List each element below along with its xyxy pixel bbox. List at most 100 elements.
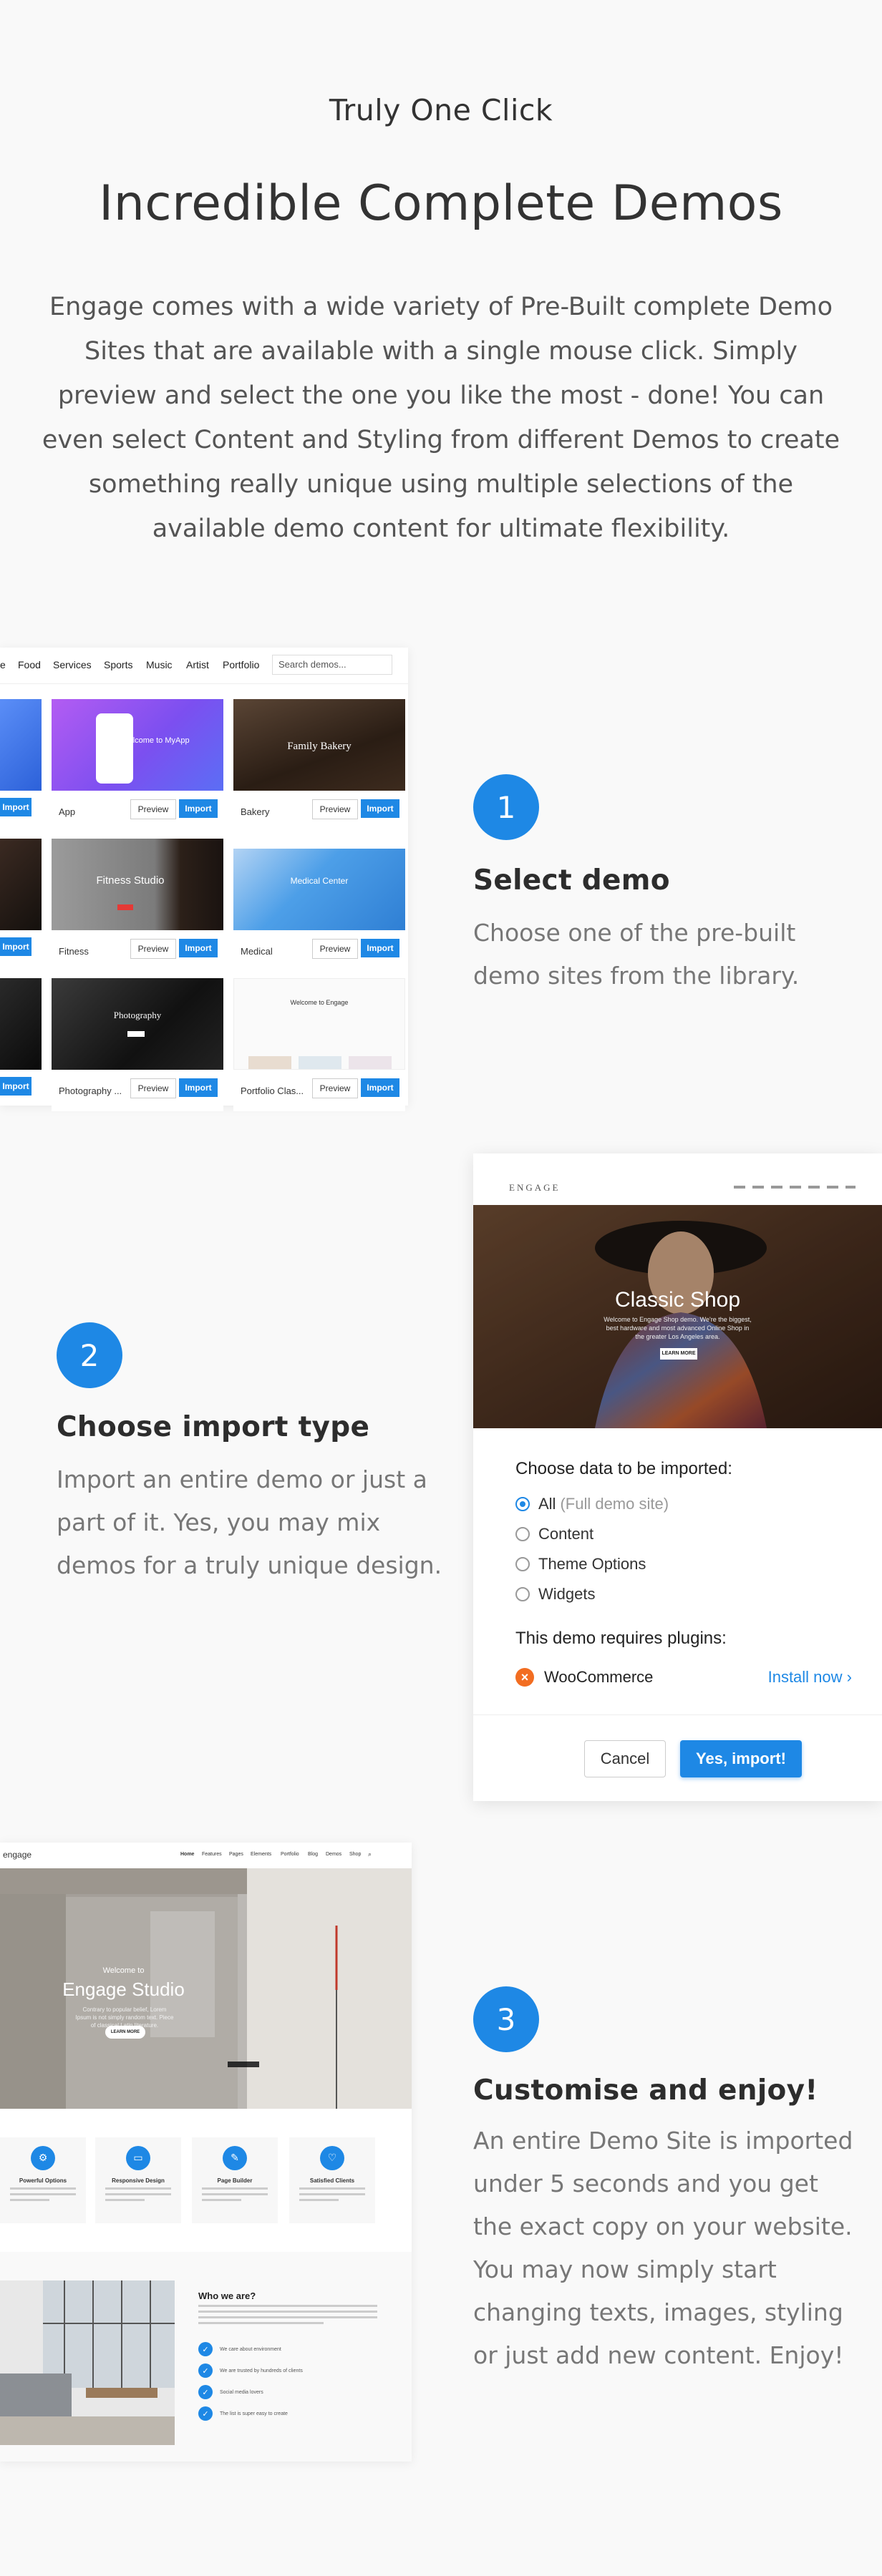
feature-card-responsive-design: ▭ Responsive Design: [95, 2137, 181, 2223]
import-button[interactable]: Import: [361, 799, 399, 818]
check-icon: ✓: [198, 2363, 213, 2378]
demo-card-fitness[interactable]: Fitness Studio Fitness Preview Import: [52, 839, 223, 972]
demo-card-medical[interactable]: Medical Center Medical Preview Import: [233, 839, 405, 972]
install-now-link[interactable]: Install now ›: [768, 1668, 852, 1687]
section-intro: Engage comes with a wide variety of Pre-…: [42, 293, 840, 543]
step-description: Import an entire demo or just a part of …: [57, 1465, 442, 1579]
heart-icon: ♡: [320, 2146, 344, 2170]
radio-button-selected[interactable]: [515, 1497, 530, 1511]
category-link-portfolio[interactable]: Portfolio: [223, 659, 259, 670]
office-photo: [0, 2280, 175, 2445]
hero-title: Engage Studio: [62, 1979, 185, 2000]
preview-button[interactable]: Preview: [312, 799, 358, 819]
nav-link-features[interactable]: Features: [202, 1852, 222, 1857]
thumbnail-button: [117, 904, 133, 910]
nav-link-shop[interactable]: Shop: [349, 1852, 361, 1857]
about-list-item: ✓ Social media lovers: [198, 2385, 263, 2399]
demo-card-bakery[interactable]: Family Bakery Bakery Preview Import: [233, 699, 405, 832]
category-link-food[interactable]: Food: [18, 659, 41, 670]
step-number-badge: 2: [57, 1322, 122, 1388]
thumbnail-title: Medical Center: [290, 876, 349, 886]
demo-card-app[interactable]: Welcome to MyApp App Preview Import: [52, 699, 223, 832]
hero-subtitle: Welcome to Engage Shop demo. We're the b…: [604, 1316, 752, 1340]
import-button[interactable]: Import: [0, 798, 32, 816]
category-link-services[interactable]: Services: [53, 659, 92, 670]
about-list-item: ✓ We are trusted by hundreds of clients: [198, 2363, 303, 2378]
category-link-music[interactable]: Music: [146, 659, 173, 670]
demo-thumbnail: Fitness Studio: [52, 839, 223, 930]
demo-category-nav: e Food Services Sports Music Artist Port…: [0, 648, 408, 684]
hero-banner: Welcome to Engage Studio Contrary to pop…: [0, 1868, 412, 2109]
radio-button[interactable]: [515, 1587, 530, 1601]
thumbnail-title: Fitness Studio: [96, 874, 165, 887]
import-option-widgets[interactable]: Widgets: [515, 1584, 595, 1605]
feature-card-powerful-options: ⚙ Powerful Options: [0, 2137, 86, 2223]
hero-welcome-text: Welcome to: [102, 1966, 145, 1975]
preview-button[interactable]: Preview: [130, 939, 176, 959]
import-button[interactable]: Import: [0, 1077, 32, 1096]
pencil-icon: ✎: [223, 2146, 247, 2170]
nav-link-home[interactable]: Home: [180, 1852, 194, 1857]
required-plugins-heading: This demo requires plugins:: [515, 1629, 727, 1648]
import-option-all[interactable]: All (Full demo site): [515, 1493, 669, 1515]
hero-title: Classic Shop: [614, 1288, 741, 1312]
category-link-artist[interactable]: Artist: [186, 659, 209, 670]
hero-learn-more-button: LEARN MORE: [105, 2026, 145, 2039]
import-button[interactable]: Import: [179, 939, 218, 957]
demo-thumbnail: Welcome to Engage: [233, 978, 405, 1070]
thumbnail-title: Photography: [113, 1010, 162, 1020]
option-label: Theme Options: [538, 1555, 646, 1573]
thumbnail-button: [127, 1031, 145, 1037]
import-button[interactable]: Import: [179, 799, 218, 818]
import-button[interactable]: Import: [179, 1078, 218, 1097]
confirm-import-button[interactable]: Yes, import!: [680, 1740, 802, 1777]
demo-card-name: Portfolio Clas...: [241, 1085, 304, 1096]
radio-button[interactable]: [515, 1557, 530, 1571]
demo-thumbnail: Family Bakery: [233, 699, 405, 791]
step-number-badge: 3: [473, 1986, 539, 2052]
hero-banner: Classic Shop Welcome to Engage Shop demo…: [473, 1205, 882, 1428]
nav-link-portfolio[interactable]: Portfolio: [281, 1852, 299, 1857]
monitor-icon: ▭: [126, 2146, 150, 2170]
chevron-right-icon: ›: [846, 1668, 852, 1686]
cancel-button[interactable]: Cancel: [584, 1740, 666, 1777]
install-now-label: Install now: [767, 1668, 843, 1686]
demo-card-name: Medical: [241, 946, 273, 957]
preview-button[interactable]: Preview: [130, 799, 176, 819]
preview-button[interactable]: Preview: [312, 939, 358, 959]
feature-text-lines: [299, 2187, 365, 2205]
preview-button[interactable]: Preview: [312, 1078, 358, 1098]
demo-card-name: Photography ...: [59, 1085, 122, 1096]
feature-card-satisfied-clients: ♡ Satisfied Clients: [289, 2137, 375, 2223]
nav-link-elements[interactable]: Elements: [251, 1852, 271, 1857]
about-heading: Who we are?: [198, 2290, 256, 2301]
step-description: An entire Demo Site is imported under 5 …: [473, 2127, 853, 2369]
category-link-sports[interactable]: Sports: [104, 659, 132, 670]
demo-card-photography[interactable]: Photography Photography ... Preview Impo…: [52, 978, 223, 1111]
import-button[interactable]: Import: [361, 1078, 399, 1097]
demo-card-name: Bakery: [241, 806, 270, 817]
preview-button[interactable]: Preview: [130, 1078, 176, 1098]
option-label: Widgets: [538, 1585, 596, 1603]
plugin-name: WooCommerce: [544, 1668, 654, 1686]
demo-thumbnail: Medical Center: [233, 839, 405, 930]
nav-link-blog[interactable]: Blog: [308, 1852, 318, 1857]
section-eyebrow: Truly One Click: [329, 93, 553, 127]
site-navbar: ENGAGE: [473, 1171, 882, 1206]
search-icon[interactable]: ⌕: [368, 1850, 372, 1858]
step-title: Choose import type: [57, 1411, 370, 1443]
import-button[interactable]: Import: [0, 937, 32, 956]
import-option-theme-options[interactable]: Theme Options: [515, 1553, 646, 1575]
radio-button[interactable]: [515, 1527, 530, 1541]
thumbnail-title: Family Bakery: [287, 741, 352, 752]
demo-card-portfolio-classic[interactable]: Welcome to Engage Portfolio Clas... Prev…: [233, 978, 405, 1111]
nav-link-demos[interactable]: Demos: [326, 1852, 341, 1857]
demo-thumbnail: Photography: [52, 978, 223, 1070]
import-button[interactable]: Import: [361, 939, 399, 957]
feature-title: Page Builder: [217, 2177, 253, 2184]
import-option-content[interactable]: Content: [515, 1523, 593, 1545]
category-link[interactable]: e: [0, 659, 6, 670]
option-note: (Full demo site): [560, 1495, 669, 1513]
demo-search-input[interactable]: Search demos...: [272, 655, 392, 675]
nav-link-pages[interactable]: Pages: [229, 1852, 243, 1857]
